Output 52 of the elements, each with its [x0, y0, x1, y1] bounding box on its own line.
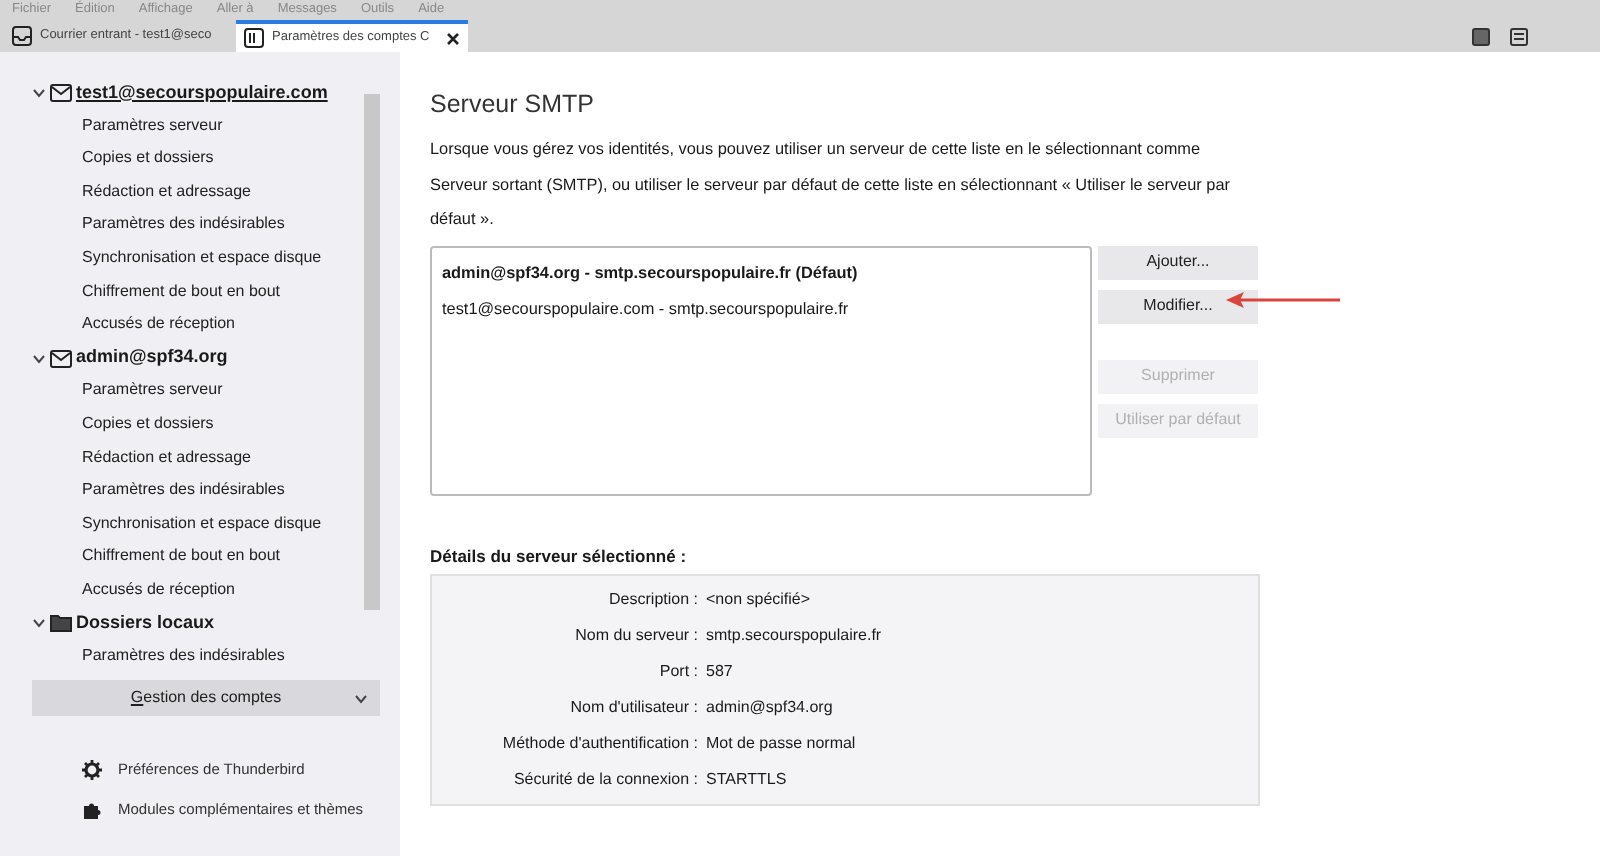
detail-label: Sécurité de la connexion :: [511, 768, 700, 793]
detail-value: Mot de passe normal: [706, 732, 856, 757]
task-list-icon[interactable]: [1510, 27, 1528, 45]
server-list-item[interactable]: test1@secourspopulaire.com - smtp.secourspopulaire.fr: [442, 291, 1080, 327]
account-item[interactable]: test1@secourspopulaire.com: [76, 79, 328, 107]
action-button[interactable]: Modifier...: [1098, 289, 1258, 323]
action-button[interactable]: Ajouter...: [1098, 245, 1258, 279]
detail-value: smtp.secourspopulaire.fr: [706, 624, 882, 649]
account-item[interactable]: Dossiers locaux: [76, 610, 215, 638]
settings-item[interactable]: Synchronisation et espace disque: [32, 507, 362, 541]
account-item[interactable]: admin@spf34.org: [76, 344, 228, 372]
settings-item[interactable]: Copies et dossiers: [32, 407, 362, 442]
detail-label: Nom d'utilisateur :: [568, 696, 700, 721]
detail-value: admin@spf34.org: [706, 696, 833, 721]
settings-item[interactable]: Chiffrement de bout en bout: [32, 540, 362, 574]
settings-item[interactable]: Paramètres des indésirables: [32, 208, 362, 242]
folder-icon: [50, 614, 72, 633]
server-list-item[interactable]: admin@spf34.org - smtp.secourspopulaire.fr (Défaut): [442, 255, 1080, 291]
inbox-icon: [12, 26, 32, 46]
settings-item[interactable]: Synchronisation et espace disque: [32, 241, 362, 276]
envelope-icon: [50, 83, 72, 102]
details-title: Détails du serveur sélectionné :: [430, 543, 689, 569]
description-text: Lorsque vous gérez vos identités, vous pouvez utiliser un serveur de cette liste en le sélectionnant comme Serveur sortant (SMTP), ou utiliser le serveur par défaut de cette liste en sélectionnant « Utiliser le serveur par défaut ».: [430, 138, 1233, 232]
settings-icon: [82, 759, 102, 780]
settings-item[interactable]: Chiffrement de bout en bout: [32, 275, 362, 309]
settings-item[interactable]: Rédaction et adressage: [32, 175, 362, 209]
settings-item[interactable]: Paramètres serveur: [32, 109, 362, 143]
settings-item[interactable]: Paramètres des indésirables: [32, 474, 362, 508]
chevron-icon[interactable]: [32, 353, 46, 364]
arrow-annotation: [1224, 289, 1344, 309]
chevron-icon[interactable]: [32, 87, 46, 98]
detail-value: STARTTLS: [706, 768, 787, 793]
chevron-icon[interactable]: [354, 694, 368, 704]
detail-value: 587: [706, 660, 733, 685]
button-label: Gestion des comptes: [130, 686, 282, 710]
puzzle-icon: [82, 799, 102, 820]
settings-item[interactable]: Rédaction et adressage: [32, 441, 362, 475]
settings-item[interactable]: Paramètres serveur: [32, 374, 362, 408]
detail-label: Port :: [657, 660, 700, 685]
settings-item[interactable]: Accusés de réception: [32, 308, 362, 342]
detail-label: Nom du serveur :: [573, 624, 700, 649]
detail-label: Description :: [607, 588, 700, 613]
detail-label: Méthode d'authentification :: [500, 732, 700, 757]
envelope-icon: [50, 349, 72, 368]
chevron-icon[interactable]: [32, 618, 46, 629]
page-title: Serveur SMTP: [430, 88, 596, 120]
settings-item[interactable]: Paramètres des indésirables: [32, 640, 362, 674]
close-icon[interactable]: [446, 31, 460, 45]
settings-item[interactable]: Accusés de réception: [32, 573, 362, 607]
detail-value: <non spécifié>: [706, 588, 811, 613]
settings-item[interactable]: Copies et dossiers: [32, 142, 362, 176]
account-actions-button[interactable]: Gestion des comptes: [32, 680, 380, 716]
